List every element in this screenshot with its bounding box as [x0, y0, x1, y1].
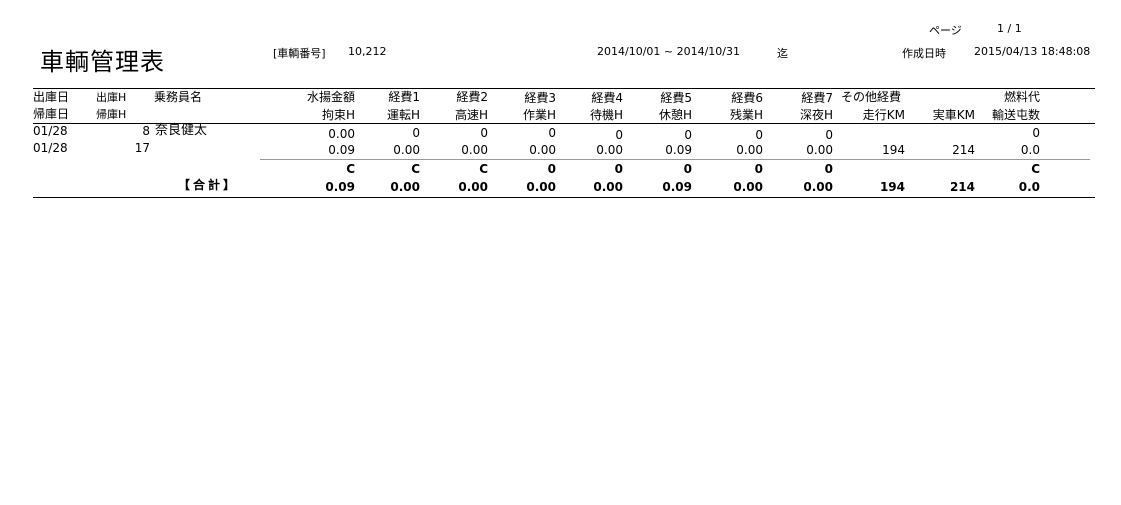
- total-cell: 0.00: [390, 180, 420, 194]
- table-cell: 0.00: [596, 143, 623, 157]
- col-header: 経費1: [388, 90, 420, 104]
- table-cell: 0.00: [529, 143, 556, 157]
- created-datetime: 2015/04/13 18:48:08: [974, 45, 1091, 58]
- report-title: 車輌管理表: [40, 48, 165, 76]
- period-suffix: 迄: [777, 47, 788, 60]
- total-cell: 0: [824, 162, 833, 176]
- col-header: 運転H: [386, 108, 420, 122]
- col-header: 深夜H: [799, 108, 833, 122]
- total-cell: 0: [547, 162, 556, 176]
- table-cell: 0.0: [1020, 143, 1040, 157]
- col-header: 経費4: [591, 91, 623, 105]
- period-range: 2014/10/01 ~ 2014/10/31: [597, 45, 741, 58]
- table-cell: 214: [952, 143, 975, 157]
- table-cell: 17: [134, 141, 150, 155]
- total-cell: 0.00: [733, 180, 763, 194]
- table-cell: 0.00: [461, 143, 488, 157]
- page-label: ページ: [929, 24, 962, 37]
- col-header: 待機H: [589, 108, 623, 122]
- table-bottom-rule: [33, 197, 1095, 198]
- total-cell: 0.09: [662, 180, 692, 194]
- col-header: 実車KM: [932, 108, 975, 122]
- vehicle-number: 10,212: [348, 45, 387, 58]
- col-header: 水揚金額: [306, 90, 355, 104]
- total-cell: 0.00: [593, 180, 623, 194]
- col-header: 帰庫H: [96, 108, 127, 121]
- table-cell: 0: [825, 128, 833, 142]
- col-header: 作業H: [522, 108, 556, 122]
- table-cell: 0.09: [328, 143, 355, 157]
- table-cell: 0: [1032, 126, 1040, 140]
- total-cell: C: [1031, 162, 1040, 176]
- total-cell: 0.09: [325, 180, 355, 194]
- total-cell: 0: [683, 162, 692, 176]
- col-header: 乗務員名: [154, 90, 203, 104]
- table-cell: 0: [755, 128, 763, 142]
- header-top-rule: [33, 88, 1095, 89]
- col-header: 輸送屯数: [991, 108, 1040, 122]
- created-label: 作成日時: [902, 47, 946, 60]
- table-cell: 194: [882, 143, 905, 157]
- col-header: 経費3: [524, 91, 556, 105]
- col-header: 経費2: [456, 90, 488, 104]
- col-header: 高速H: [454, 108, 488, 122]
- table-cell: 0: [412, 126, 420, 140]
- col-header: 拘束H: [321, 108, 355, 122]
- col-header: 帰庫日: [33, 107, 70, 121]
- total-cell: C: [411, 162, 420, 176]
- col-header: 走行KM: [862, 108, 905, 122]
- col-header: 出庫日: [33, 90, 70, 104]
- table-cell: 奈良健太: [155, 123, 208, 138]
- totals-rule: [260, 159, 1090, 160]
- table-cell: 0: [684, 128, 692, 142]
- vehicle-label: [車輌番号]: [273, 47, 326, 60]
- col-header: 経費5: [660, 91, 692, 105]
- total-cell: 214: [949, 180, 975, 194]
- col-header: 出庫H: [96, 91, 127, 104]
- table-cell: 01/28: [33, 124, 68, 138]
- total-cell: 0.00: [526, 180, 556, 194]
- col-header: 残業H: [729, 108, 763, 122]
- table-cell: 0.00: [806, 143, 833, 157]
- table-cell: 0: [615, 128, 623, 142]
- total-cell: 0.00: [803, 180, 833, 194]
- col-header: 燃料代: [1003, 90, 1040, 104]
- total-cell: 0: [614, 162, 623, 176]
- table-cell: 8: [142, 124, 150, 138]
- total-cell: C: [479, 162, 488, 176]
- col-header: 経費7: [801, 91, 833, 105]
- col-header: 経費6: [731, 91, 763, 105]
- table-cell: 0.00: [736, 143, 763, 157]
- total-cell: 194: [879, 180, 905, 194]
- total-cell: 0.00: [458, 180, 488, 194]
- table-cell: 0: [548, 126, 556, 140]
- table-cell: 0.00: [393, 143, 420, 157]
- total-cell: 0.0: [1018, 180, 1040, 194]
- total-cell: 0: [754, 162, 763, 176]
- total-cell: C: [346, 162, 355, 176]
- table-cell: 01/28: [33, 141, 68, 155]
- totals-label: 【合計】: [178, 178, 239, 192]
- table-cell: 0.09: [665, 143, 692, 157]
- col-header: その他経費: [841, 90, 902, 104]
- table-cell: 0.00: [328, 127, 355, 141]
- table-cell: 0: [480, 126, 488, 140]
- col-header: 休憩H: [658, 108, 692, 122]
- page-number: 1 / 1: [997, 22, 1022, 35]
